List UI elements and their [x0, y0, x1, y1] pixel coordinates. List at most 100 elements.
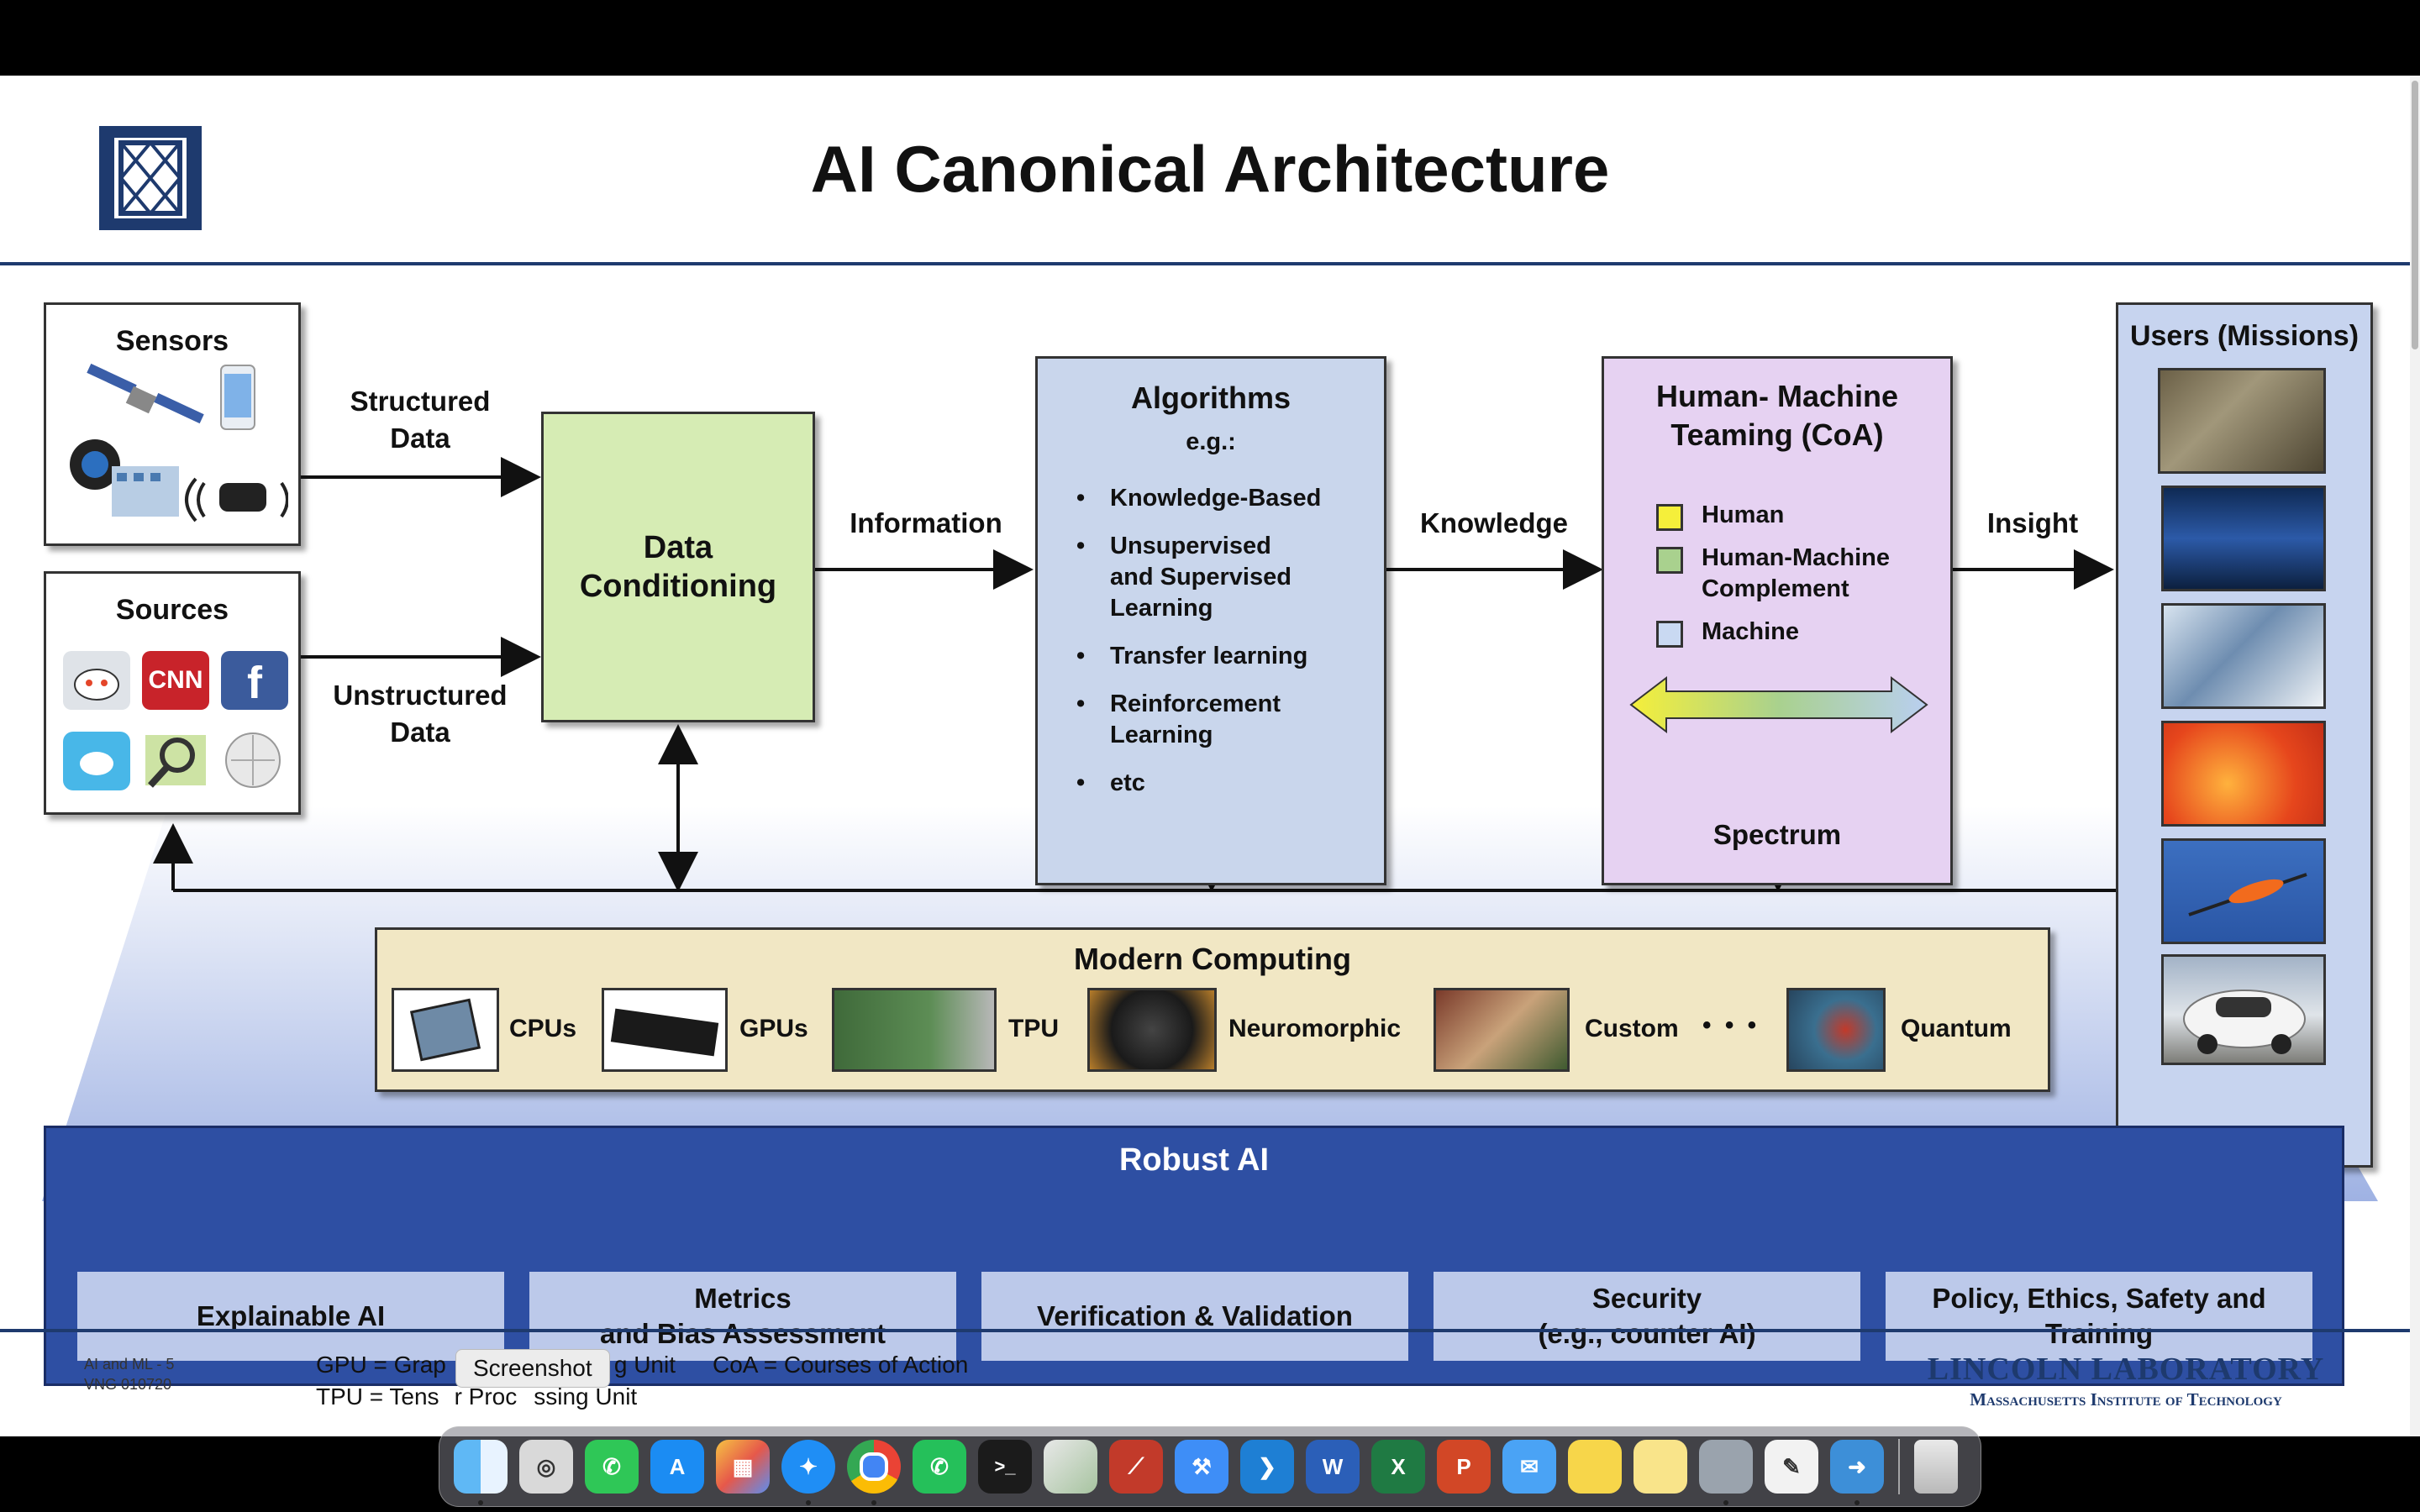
users-title: Users (Missions) — [2129, 320, 2360, 352]
footnotes: GPU = Grap g Unit CoA = Courses of Actio… — [316, 1349, 968, 1413]
slide-id-line: AI and ML - 5 — [84, 1356, 175, 1373]
knowledge-label: Knowledge — [1419, 507, 1568, 538]
hmt-legend: Human Human-Machine Complement Machine — [1656, 500, 1942, 659]
xcode-icon[interactable]: ⚒ — [1175, 1440, 1228, 1494]
algorithms-list: Knowledge-Based Unsupervised and Supervi… — [1073, 483, 1376, 816]
gpu-footnote: GPU = Grap g Unit CoA = Courses of Actio… — [316, 1349, 968, 1381]
custom-image — [1434, 988, 1570, 1072]
legend-label: Human-Machine Complement — [1702, 544, 1890, 602]
running-indicator — [1723, 1500, 1728, 1505]
disk-utility-icon[interactable] — [1699, 1440, 1753, 1505]
chrome-center — [860, 1452, 888, 1481]
spectrum-arrow-icon — [1629, 675, 1928, 734]
lincoln-lab-wordmark: LINCOLN LABORATORY Massachusetts Institu… — [1924, 1351, 2328, 1410]
powerpoint-icon[interactable]: P — [1437, 1440, 1491, 1494]
launchpad-icon[interactable]: ▦ — [716, 1440, 770, 1494]
algorithm-item: Reinforcement Learning — [1073, 689, 1376, 751]
chrome-icon[interactable] — [847, 1440, 901, 1505]
explainable-ai-item: Explainable AI — [77, 1272, 504, 1361]
insight-label: Insight — [1986, 507, 2079, 538]
modern-computing-title: Modern Computing — [1074, 942, 1351, 976]
terminal-icon[interactable]: >_ — [978, 1440, 1032, 1494]
safari-icon[interactable]: ✦ — [781, 1440, 835, 1505]
cpus-label: CPUs — [509, 1015, 577, 1042]
complement-swatch — [1656, 547, 1683, 574]
machine-swatch — [1656, 621, 1683, 648]
neuromorphic-image — [1087, 988, 1217, 1072]
algorithms-title: Algorithms — [1130, 381, 1291, 415]
whatsapp-icon[interactable]: ✆ — [585, 1440, 639, 1494]
structured-data-label: Structured Data — [350, 386, 491, 454]
hmt-title: Human- Machine Teaming (CoA) — [1655, 379, 1899, 452]
legend-human: Human — [1656, 500, 1942, 531]
migration-icon[interactable]: ➜ — [1830, 1440, 1884, 1505]
medical-image — [2161, 603, 2326, 709]
algorithm-item: etc — [1073, 768, 1376, 799]
testflight-icon[interactable]: ⟋ — [1109, 1440, 1163, 1494]
cpu-image — [392, 988, 499, 1072]
ellipsis: • • • — [1702, 1011, 1760, 1039]
policy-ethics-item: Policy, Ethics, Safety and Training — [1886, 1272, 2312, 1361]
autonomous-car-image — [2161, 954, 2326, 1065]
legend-label: Machine — [1702, 618, 1800, 645]
slide-id: AI and ML - 5 VNG 010720 — [84, 1354, 174, 1394]
verification-validation-item: Verification & Validation — [981, 1272, 1408, 1361]
algorithms-subtitle: e.g.: — [1186, 428, 1236, 455]
human-swatch — [1656, 504, 1683, 531]
finder-icon[interactable] — [454, 1440, 508, 1505]
app-store-icon[interactable]: A — [650, 1440, 704, 1494]
vscode-icon[interactable]: ❯ — [1240, 1440, 1294, 1494]
metrics-bias-item: Metrics and Bias Assessment — [529, 1272, 956, 1361]
tpu-image — [832, 988, 997, 1072]
mail-icon[interactable]: ✉ — [1502, 1440, 1556, 1494]
algorithm-item: Transfer learning — [1073, 641, 1376, 672]
spectrum-label: Spectrum — [1712, 819, 1842, 850]
weather-map-image — [2161, 721, 2326, 827]
algorithm-item: Knowledge-Based — [1073, 483, 1376, 514]
notes-icon[interactable] — [1568, 1440, 1622, 1494]
soldiers-image — [2158, 368, 2326, 474]
custom-label: Custom — [1585, 1015, 1679, 1042]
information-label: Information — [850, 507, 1002, 538]
preview-icon[interactable] — [1044, 1440, 1097, 1494]
unstructured-data-label: Unstructured Data — [333, 680, 508, 748]
trash-icon[interactable] — [1914, 1440, 1958, 1494]
footer-rule — [0, 1329, 2410, 1332]
neuromorphic-label: Neuromorphic — [1228, 1015, 1402, 1042]
legend-machine: Machine — [1656, 617, 1942, 648]
tpu-footnote: TPU = Tens r Proc ssing Unit — [316, 1381, 968, 1413]
robust-ai-title: Robust AI — [1118, 1142, 1269, 1178]
quantum-image — [1786, 988, 1886, 1072]
dock: ◎ ✆ A ▦ ✦ ✆ >_ ⟋ ⚒ ❯ W X P ✉ ✎ ➜ — [439, 1426, 1981, 1507]
slide: AI Canonical Architecture Sensors Source… — [0, 76, 2410, 1436]
coa-text: CoA = Courses of Action — [713, 1352, 969, 1378]
running-indicator — [1854, 1500, 1860, 1505]
gpu-text: g Unit — [613, 1352, 676, 1378]
whatsapp-alt-icon[interactable]: ✆ — [913, 1440, 966, 1494]
dock-tooltip: Screenshot — [455, 1349, 610, 1388]
stickies-icon[interactable] — [1634, 1440, 1687, 1494]
org-name: LINCOLN LABORATORY — [1927, 1352, 2325, 1387]
data-conditioning-box: Data Conditioning — [541, 412, 815, 722]
running-indicator — [478, 1500, 483, 1505]
screenshot-icon[interactable]: ◎ — [519, 1440, 573, 1494]
word-icon[interactable]: W — [1306, 1440, 1360, 1494]
data-conditioning-label: Data Conditioning — [579, 530, 777, 604]
legend-label: Human — [1702, 501, 1785, 528]
drone-image — [2161, 838, 2326, 944]
algorithm-item: Unsupervised and Supervised Learning — [1073, 531, 1376, 624]
quantum-label: Quantum — [1901, 1015, 2012, 1042]
security-item: Security (e.g., counter AI) — [1434, 1272, 1860, 1361]
gpu-image — [602, 988, 728, 1072]
tpu-label: TPU — [1008, 1015, 1059, 1042]
gpu-text: GPU = Grap — [316, 1352, 446, 1378]
scrollbar-thumb[interactable] — [2412, 81, 2418, 349]
org-subtitle: Massachusetts Institute of Technology — [1970, 1389, 2282, 1410]
excel-icon[interactable]: X — [1371, 1440, 1425, 1494]
tpu-text: TPU = Tens — [316, 1383, 439, 1410]
textedit-icon[interactable]: ✎ — [1765, 1440, 1818, 1494]
dock-separator — [1898, 1439, 1900, 1494]
operations-center-image — [2161, 486, 2326, 591]
